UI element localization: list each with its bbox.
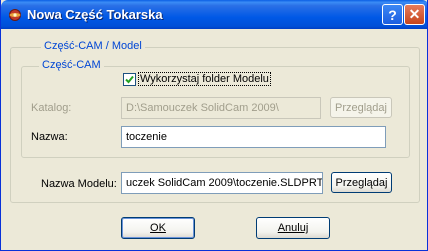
help-icon: ?: [388, 6, 397, 23]
app-icon: [9, 9, 21, 21]
cancel-button-label: Anuluj: [277, 222, 309, 234]
close-icon: ✕: [408, 6, 421, 22]
model-name-label: Nazwa Modelu:: [41, 178, 117, 190]
use-model-folder-label[interactable]: Wykorzystaj folder Modelu: [138, 72, 271, 86]
dialog-window: Nowa Część Tokarska ? ✕ Część-CAM / Mode…: [0, 0, 428, 251]
name-label: Nazwa:: [31, 131, 68, 143]
ok-button-label: OK: [150, 222, 166, 234]
title-bar[interactable]: Nowa Część Tokarska ? ✕: [1, 0, 427, 29]
name-field[interactable]: toczenie: [121, 126, 386, 148]
cancel-button[interactable]: Anuluj: [256, 217, 330, 239]
close-button[interactable]: ✕: [404, 4, 425, 25]
model-browse-button[interactable]: Przeglądaj: [331, 172, 392, 193]
checkmark-icon: [125, 75, 134, 84]
cam-part-group-label: Część-CAM: [39, 59, 104, 71]
catalog-field: D:\Samouczek SolidCam 2009\: [121, 97, 321, 119]
help-button[interactable]: ?: [382, 4, 403, 25]
catalog-label: Katalog:: [31, 102, 72, 114]
cam-model-group-label: Część-CAM / Model: [41, 40, 145, 52]
catalog-browse-button: Przeglądaj: [330, 97, 392, 118]
model-name-field[interactable]: uczek SolidCam 2009\toczenie.SLDPRT: [121, 172, 323, 194]
use-model-folder-checkbox[interactable]: [123, 73, 136, 86]
ok-button[interactable]: OK: [121, 217, 195, 239]
window-title: Nowa Część Tokarska: [27, 7, 163, 22]
